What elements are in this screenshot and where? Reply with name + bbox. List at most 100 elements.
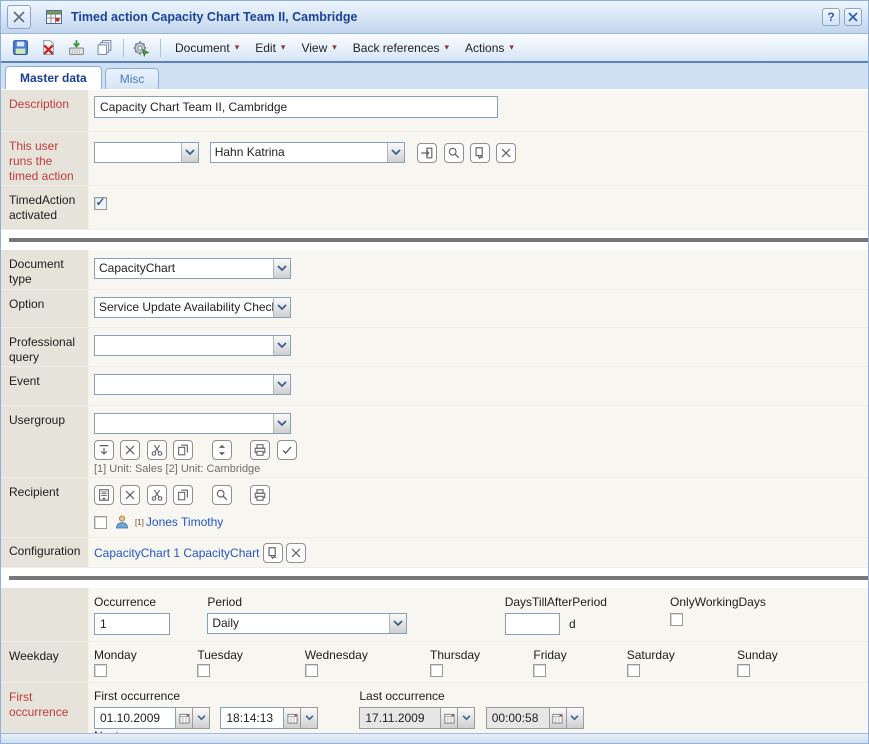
chevron-down-icon [181,143,198,162]
weekday-saturday-checkbox[interactable]: ✓ [627,664,640,677]
last-occurrence-time-input [486,707,550,729]
row-occurrences: First occurrence First occurrence [1,683,868,733]
calendar-icon [552,713,563,724]
check-in-button[interactable] [65,37,87,59]
usergroup-sort-button[interactable] [212,440,232,460]
period-select[interactable]: Daily [207,613,407,634]
usergroup-print-button[interactable] [250,440,270,460]
recipient-cut-button[interactable] [147,485,167,505]
configuration-clear-button[interactable] [286,543,306,563]
tab-misc[interactable]: Misc [105,68,160,89]
usergroup-insert-button[interactable] [94,440,114,460]
menu-back-references-label: Back references [353,41,440,55]
last-occurrence-time-calendar-button[interactable] [550,707,567,729]
schedule-label-spacer [1,588,89,641]
close-record-button[interactable] [7,5,31,29]
runner-search-button[interactable] [444,143,464,163]
first-occurrence-row-label: First occurrence [1,683,89,733]
weekday-wednesday-checkbox[interactable]: ✓ [305,664,318,677]
professional-query-value [95,336,273,355]
clear-icon [123,443,137,457]
row-schedule: Occurrence Period Daily DaysTillAfterPer… [1,588,868,642]
close-window-button[interactable] [844,8,862,26]
occurrence-input[interactable] [94,613,170,635]
delete-button[interactable] [37,37,59,59]
first-occurrence-date-input[interactable] [94,707,176,729]
menu-edit-label: Edit [255,41,276,55]
recipient-print-button[interactable] [250,485,270,505]
help-button[interactable]: ? [822,8,840,26]
usergroup-cut-button[interactable] [147,440,167,460]
chevron-down-icon [197,715,206,721]
menu-document[interactable]: Document▾ [167,38,247,58]
title-bar: Timed action Capacity Chart Team II, Cam… [1,1,868,34]
recipient-copy-button[interactable] [173,485,193,505]
days-till-input[interactable] [505,613,560,635]
weekday-thursday-checkbox[interactable]: ✓ [430,664,443,677]
weekday-sunday-checkbox[interactable]: ✓ [737,664,750,677]
person-icon [114,514,130,530]
usergroup-apply-button[interactable] [277,440,297,460]
form-area: Description This user runs the timed act… [1,90,868,733]
option-value: Service Update Availability Check [95,298,273,317]
usergroup-label: Usergroup [1,406,89,477]
chevron-down-icon: ▾ [235,42,240,53]
usergroup-copy-button[interactable] [173,440,193,460]
save-button[interactable] [9,37,31,59]
chevron-down-icon [387,143,404,162]
option-select[interactable]: Service Update Availability Check [94,297,291,318]
runner-goto-button[interactable] [417,143,437,163]
tab-master-data[interactable]: Master data [5,66,102,89]
recipient-label: Recipient [1,478,89,537]
option-label: Option [1,290,89,327]
recipient-checkbox[interactable]: ✓ [94,516,107,529]
first-occurrence-time-input[interactable] [220,707,284,729]
runner-user-select[interactable]: Hahn Katrina [210,142,405,163]
weekday-tuesday-checkbox[interactable]: ✓ [197,664,210,677]
last-occurrence-time-dropdown-button[interactable] [567,707,584,729]
recipient-link[interactable]: Jones Timothy [146,515,223,529]
event-label: Event [1,367,89,405]
menu-actions[interactable]: Actions▾ [457,38,522,58]
recipient-search-button[interactable] [212,485,232,505]
days-till-label: DaysTillAfterPeriod [505,595,667,609]
menu-back-references[interactable]: Back references▾ [345,38,457,58]
chevron-down-icon [273,336,290,355]
runner-type-select[interactable] [94,142,199,163]
menu-view[interactable]: View▾ [293,38,344,58]
menu-edit[interactable]: Edit▾ [247,38,293,58]
recipient-delete-button[interactable] [120,485,140,505]
runner-clear-button[interactable] [496,143,516,163]
last-occurrence-date-calendar-button[interactable] [441,707,458,729]
first-occurrence-time-dropdown-button[interactable] [301,707,318,729]
professional-query-select[interactable] [94,335,291,356]
runner-paste-button[interactable] [470,143,490,163]
timed-action-checkbox[interactable]: ✓ [94,197,107,210]
first-occurrence-time-calendar-button[interactable] [284,707,301,729]
only-working-days-checkbox[interactable]: ✓ [670,613,683,626]
menu-actions-label: Actions [465,41,504,55]
weekday-friday-checkbox[interactable]: ✓ [533,664,546,677]
last-occurrence-date-dropdown-button[interactable] [458,707,475,729]
event-select[interactable] [94,374,291,395]
first-occurrence-date-calendar-button[interactable] [176,707,193,729]
row-description: Description [1,90,868,132]
first-occurrence-date-dropdown-button[interactable] [193,707,210,729]
configuration-paste-button[interactable] [263,543,283,563]
runner-type-value [95,143,181,162]
weekday-sunday-label: Sunday [737,648,817,662]
document-type-select[interactable]: CapacityChart [94,258,291,279]
weekday-monday-checkbox[interactable]: ✓ [94,664,107,677]
tab-strip: Master data Misc [1,63,868,90]
usergroup-delete-button[interactable] [120,440,140,460]
usergroup-select[interactable] [94,413,291,434]
paste-icon [473,146,487,160]
section-separator [1,230,868,250]
search-icon [447,146,461,160]
configuration-link[interactable]: CapacityChart 1 CapacityChart [94,546,259,560]
row-document-type: Document type CapacityChart [1,250,868,290]
copy-button[interactable] [93,37,115,59]
description-input[interactable] [94,96,498,118]
recipient-insert-button[interactable] [94,485,114,505]
run-action-button[interactable] [130,37,152,59]
